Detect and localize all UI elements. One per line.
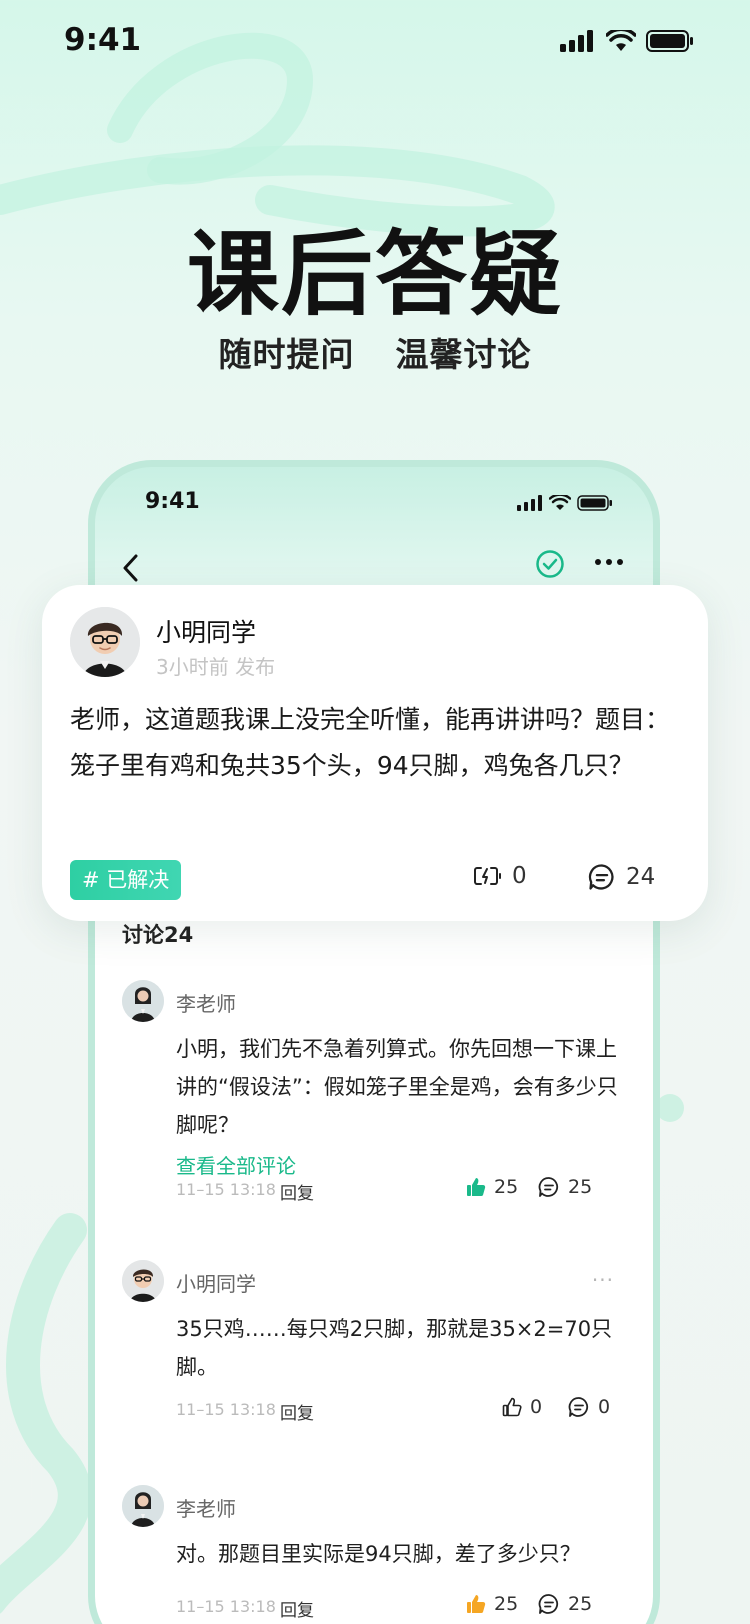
comment-text: 35只鸡……每只鸡2只脚，那就是35×2=70只脚。	[176, 1317, 613, 1379]
solved-badge: # 已解决	[70, 860, 182, 900]
student-avatar	[70, 607, 140, 677]
like-count: 0	[530, 1396, 543, 1418]
comment-button[interactable]: 25	[538, 1176, 592, 1198]
discussion-header: 讨论24	[122, 923, 194, 947]
wifi-icon	[549, 495, 571, 510]
comment-button[interactable]: 25	[538, 1593, 592, 1615]
comment-text: 小明，我们先不急着列算式。你先回想一下课上讲的“假设法”：假如笼子里全是鸡，会有…	[176, 1037, 618, 1137]
more-icon[interactable]	[593, 547, 625, 577]
like-button[interactable]: 0	[502, 1396, 542, 1418]
comment-item: 李老师 小明，我们先不急着列算式。你先回想一下课上讲的“假设法”：假如笼子里全是…	[122, 980, 642, 1204]
phone-status-icons	[517, 495, 613, 511]
comment-count: 25	[568, 1176, 593, 1198]
view-all-comments-link[interactable]: 查看全部评论	[176, 1150, 296, 1179]
comment-bubble-icon	[538, 1594, 559, 1614]
check-circle-icon[interactable]	[535, 549, 565, 579]
like-count: 25	[494, 1176, 519, 1198]
comment-count: 25	[568, 1593, 593, 1615]
teacher-avatar	[122, 980, 164, 1022]
comment-bubble-icon	[588, 864, 614, 890]
teacher-avatar	[122, 1485, 164, 1527]
battery-icon	[577, 495, 612, 511]
like-count: 25	[494, 1593, 519, 1615]
phone-status-time: 9:41	[145, 489, 200, 514]
status-time: 9:41	[64, 22, 142, 58]
like-button[interactable]: 25	[466, 1176, 518, 1198]
comment-count: 0	[598, 1396, 611, 1418]
status-icons	[560, 30, 694, 52]
question-author: 小明同学	[156, 618, 257, 647]
comment-author: 小明同学	[176, 1272, 256, 1296]
question-time: 3小时前 发布	[156, 655, 276, 679]
question-comment-count: 24	[626, 864, 656, 890]
question-comment-button[interactable]: 24	[588, 863, 655, 891]
hero-subtitle: 随时提问 温馨讨论	[218, 335, 532, 374]
comment-time: 11–15 13:18	[176, 1400, 276, 1419]
comment-item: 李老师 对。那题目里实际是94只脚，差了多少只？ 11–15 13:18 回复 …	[122, 1485, 642, 1624]
question-like-button[interactable]: 0	[474, 863, 527, 889]
comment-more-icon[interactable]: ···	[592, 1268, 614, 1292]
battery-icon	[646, 30, 693, 52]
comment-author: 李老师	[176, 992, 236, 1016]
reply-button[interactable]: 回复	[280, 1596, 314, 1621]
signal-icon	[560, 30, 593, 52]
comment-author: 李老师	[176, 1497, 236, 1521]
comment-button[interactable]: 0	[568, 1396, 610, 1418]
status-bar: 9:41	[0, 0, 750, 90]
comment-text: 对。那题目里实际是94只脚，差了多少只？	[176, 1542, 581, 1566]
thumbs-up-icon	[467, 1178, 486, 1196]
question-like-count: 0	[512, 863, 527, 889]
hero-title: 课后答疑	[186, 221, 563, 328]
wifi-icon	[606, 30, 636, 51]
question-text: 老师，这道题我课上没完全听懂，能再讲讲吗？题目：笼子里有鸡和兔共35个头，94只…	[70, 705, 671, 780]
back-arrow-icon[interactable]	[120, 551, 142, 585]
reply-button[interactable]: 回复	[280, 1179, 314, 1204]
energy-icon	[474, 867, 501, 885]
comment-time: 11–15 13:18	[176, 1180, 276, 1199]
comment-bubble-icon	[568, 1397, 589, 1417]
question-card: 小明同学 3小时前 发布 老师，这道题我课上没完全听懂，能再讲讲吗？题目：笼子里…	[42, 585, 708, 921]
comment-item: 小明同学 ··· 35只鸡……每只鸡2只脚，那就是35×2=70只脚。 11–1…	[122, 1260, 642, 1440]
thumbs-up-outline-icon	[502, 1397, 522, 1417]
signal-icon	[517, 495, 542, 511]
comment-bubble-icon	[538, 1177, 559, 1197]
comment-time: 11–15 13:18	[176, 1597, 276, 1616]
thumbs-up-icon	[467, 1595, 486, 1613]
reply-button[interactable]: 回复	[280, 1399, 314, 1424]
student-avatar	[122, 1260, 164, 1302]
like-button[interactable]: 25	[466, 1593, 518, 1615]
